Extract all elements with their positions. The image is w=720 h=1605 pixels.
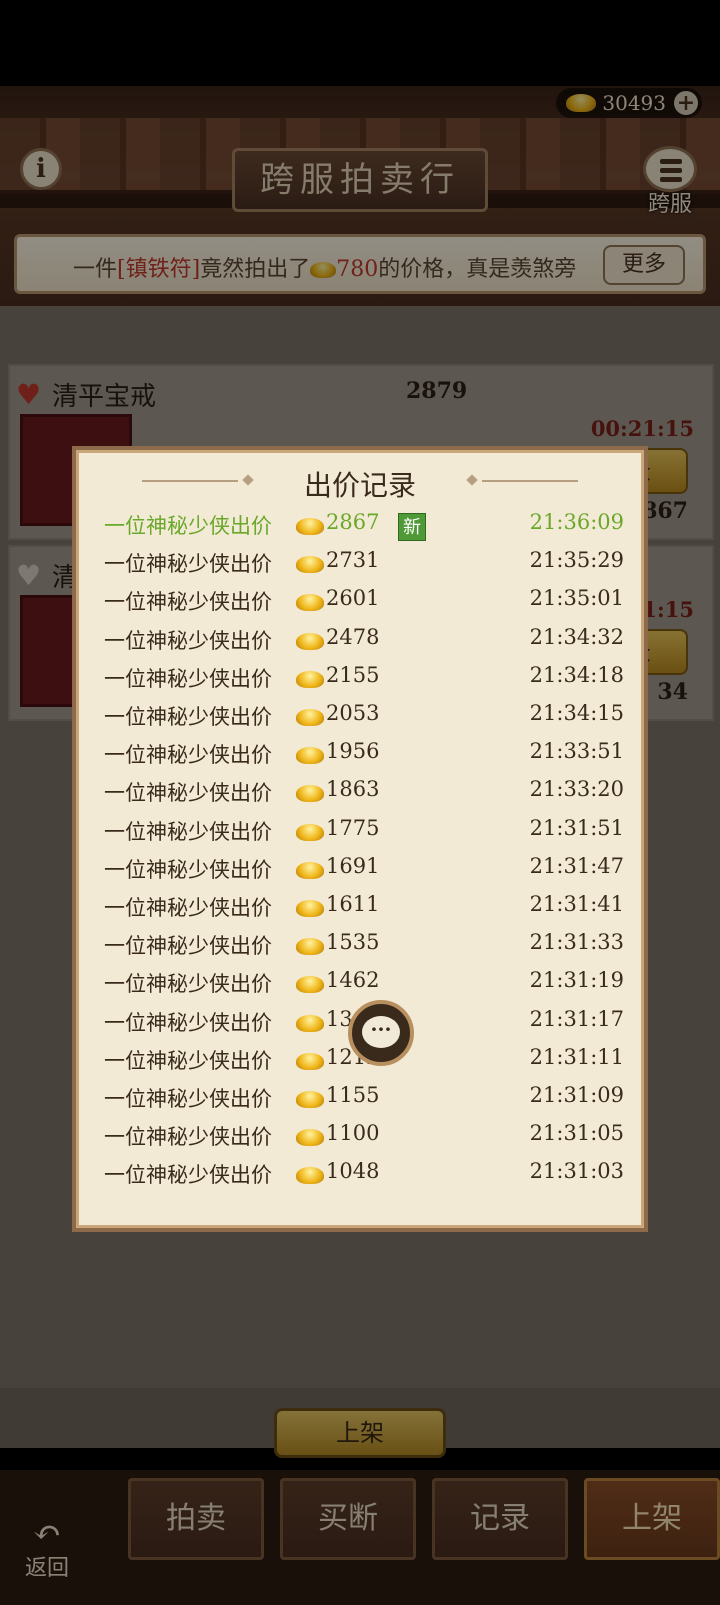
bid-amount: 1462 <box>326 968 380 993</box>
chat-bubble-icon: ··· <box>362 1016 400 1048</box>
gold-ingot-icon <box>296 1014 324 1032</box>
bid-time: 21:31:47 <box>529 853 624 878</box>
gold-ingot-icon <box>296 1167 324 1185</box>
bid-amount: 2155 <box>326 662 380 687</box>
bidder-label: 一位神秘少侠出价 <box>104 590 272 615</box>
gold-ingot-icon <box>296 747 324 765</box>
bidder-label: 一位神秘少侠出价 <box>104 666 272 691</box>
bid-record-row: 一位神秘少侠出价 2478 21:34:32 <box>104 625 624 657</box>
bid-amount: 1691 <box>326 853 380 878</box>
gold-ingot-icon <box>296 785 324 803</box>
bid-amount: 1535 <box>326 930 380 955</box>
bid-record-row: 一位神秘少侠出价 2155 21:34:18 <box>104 663 624 695</box>
bid-time: 21:35:01 <box>529 586 624 611</box>
bid-amount: 1048 <box>326 1159 380 1184</box>
bid-time: 21:34:32 <box>529 624 624 649</box>
bid-record-row: 一位神秘少侠出价 1100 21:31:05 <box>104 1121 624 1153</box>
bid-record-row: 一位神秘少侠出价 1535 21:31:33 <box>104 930 624 962</box>
gold-ingot-icon <box>296 1052 324 1070</box>
bid-time: 21:33:51 <box>529 739 624 764</box>
bidder-label: 一位神秘少侠出价 <box>104 934 272 959</box>
bid-amount: 2731 <box>326 548 380 573</box>
bidder-label: 一位神秘少侠出价 <box>104 972 272 997</box>
bid-time: 21:31:11 <box>529 1044 624 1069</box>
bid-history-dialog: 出价记录 一位神秘少侠出价 2867 21:36:09 一位神秘少侠出价 2731 21:… <box>72 446 648 1232</box>
bidder-label: 一位神秘少侠出价 <box>104 514 272 538</box>
bid-time: 21:33:20 <box>529 777 624 802</box>
bid-amount: 2601 <box>326 586 380 611</box>
bidder-label: 一位神秘少侠出价 <box>104 1163 272 1188</box>
bidder-label: 一位神秘少侠出价 <box>104 552 272 577</box>
gold-ingot-icon <box>296 976 324 994</box>
bid-record-row: 一位神秘少侠出价 1691 21:31:47 <box>104 854 624 886</box>
bid-amount: 1611 <box>326 892 380 916</box>
bid-time: 21:34:15 <box>529 701 624 725</box>
gold-ingot-icon <box>296 709 324 726</box>
gold-ingot-icon <box>296 1091 324 1108</box>
bidder-label: 一位神秘少侠出价 <box>104 705 272 729</box>
bid-amount: 1863 <box>326 777 380 802</box>
bid-amount: 1775 <box>326 815 380 840</box>
bid-time: 21:31:51 <box>529 815 624 840</box>
gold-ingot-icon <box>296 861 324 879</box>
bid-amount: 2478 <box>326 624 380 649</box>
bid-amount: 1956 <box>326 739 380 764</box>
bidder-label: 一位神秘少侠出价 <box>104 1125 272 1150</box>
bid-record-row: 一位神秘少侠出价 1956 21:33:51 <box>104 739 624 771</box>
bid-record-row: 一位神秘少侠出价 2601 21:35:01 <box>104 586 624 618</box>
bidder-label: 一位神秘少侠出价 <box>104 781 272 806</box>
bidder-label: 一位神秘少侠出价 <box>104 857 272 882</box>
chat-button[interactable]: ··· <box>348 1000 414 1066</box>
bid-amount: 1100 <box>326 1121 380 1146</box>
gold-ingot-icon <box>296 632 324 650</box>
bid-record-row: 一位神秘少侠出价 1048 21:31:03 <box>104 1159 624 1191</box>
bid-time: 21:31:17 <box>529 1006 624 1031</box>
bidder-label: 一位神秘少侠出价 <box>104 1010 272 1035</box>
bid-time: 21:35:29 <box>529 548 624 573</box>
bidder-label: 一位神秘少侠出价 <box>104 819 272 844</box>
bid-time: 21:31:09 <box>529 1083 624 1107</box>
bid-time: 21:31:05 <box>529 1121 624 1146</box>
bid-record-row: 一位神秘少侠出价 1863 21:33:20 <box>104 777 624 809</box>
bidder-label: 一位神秘少侠出价 <box>104 1087 272 1111</box>
bidder-label: 一位神秘少侠出价 <box>104 896 272 920</box>
bid-time: 21:31:41 <box>529 892 624 916</box>
gold-ingot-icon <box>296 938 324 956</box>
bid-time: 21:31:19 <box>529 968 624 993</box>
bid-record-row: 一位神秘少侠出价 2731 21:35:29 <box>104 548 624 580</box>
bidder-label: 一位神秘少侠出价 <box>104 743 272 768</box>
bid-record-row: 一位神秘少侠出价 2867 21:36:09 <box>104 510 624 542</box>
bid-time: 21:31:33 <box>529 930 624 955</box>
bid-record-list[interactable]: 一位神秘少侠出价 2867 21:36:09 一位神秘少侠出价 2731 21:35:29… <box>104 510 624 1200</box>
bid-time: 21:31:03 <box>529 1159 624 1184</box>
new-badge: 新 <box>398 513 426 541</box>
gold-ingot-icon <box>296 823 324 841</box>
bid-record-row: 一位神秘少侠出价 1155 21:31:09 <box>104 1083 624 1115</box>
gold-ingot-icon <box>296 594 324 612</box>
bid-amount: 2053 <box>326 701 380 725</box>
bidder-label: 一位神秘少侠出价 <box>104 1048 272 1073</box>
gold-ingot-icon <box>296 670 324 688</box>
gold-ingot-icon <box>296 556 324 574</box>
bidder-label: 一位神秘少侠出价 <box>104 628 272 653</box>
dialog-title: 出价记录 <box>303 469 416 502</box>
gold-ingot-icon <box>296 1129 324 1147</box>
bid-record-row: 一位神秘少侠出价 2053 21:34:15 <box>104 701 624 733</box>
bid-record-row: 一位神秘少侠出价 1775 21:31:51 <box>104 816 624 848</box>
bid-time: 21:34:18 <box>529 662 624 687</box>
gold-ingot-icon <box>296 900 324 917</box>
bid-amount: 1155 <box>326 1083 380 1107</box>
bid-record-row: 一位神秘少侠出价 1611 21:31:41 <box>104 892 624 924</box>
bid-time: 21:36:09 <box>529 510 624 534</box>
bid-amount: 2867 <box>326 510 380 534</box>
gold-ingot-icon <box>296 518 324 535</box>
bid-record-row: 一位神秘少侠出价 1462 21:31:19 <box>104 968 624 1000</box>
